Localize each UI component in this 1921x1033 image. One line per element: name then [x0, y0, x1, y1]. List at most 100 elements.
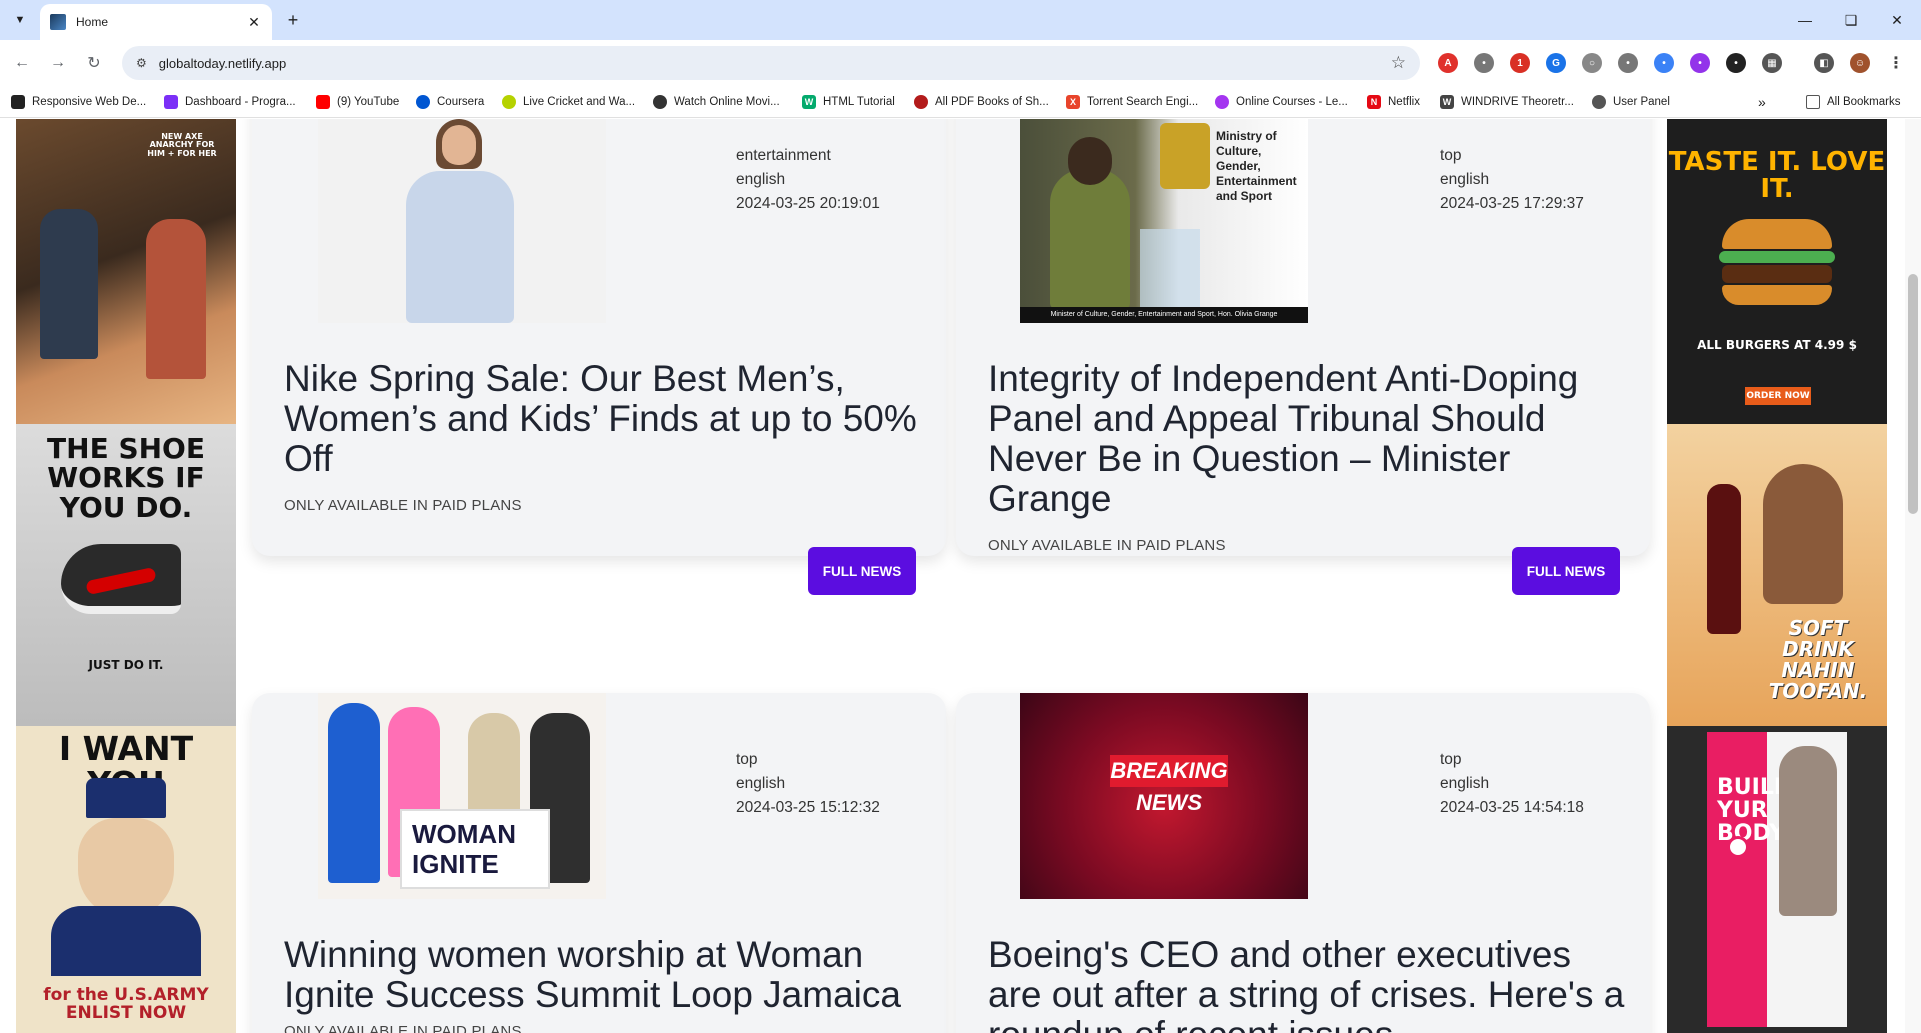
- news-date: 2024-03-25 20:19:01: [736, 195, 880, 212]
- cricket-ball-icon: [502, 95, 516, 109]
- full-news-button[interactable]: FULL NEWS: [808, 547, 916, 595]
- news-image[interactable]: [318, 119, 606, 323]
- ad-uncle-sam[interactable]: I WANT YOU for the U.S.ARMY ENLIST NOW: [16, 726, 236, 1033]
- bookmark-item[interactable]: W HTML Tutorial: [802, 93, 895, 111]
- coat-of-arms-icon: [1160, 123, 1210, 189]
- woman-figure: [328, 703, 380, 883]
- extensions-puzzle-icon[interactable]: ▦: [1762, 53, 1782, 73]
- extension-icon[interactable]: •: [1654, 53, 1674, 73]
- site-info-icon[interactable]: ⚙: [136, 56, 147, 70]
- ad-fitness[interactable]: BUILD YUR BODY: [1667, 726, 1887, 1033]
- forward-arrow-icon[interactable]: →: [46, 51, 70, 75]
- bookmark-label: (9) YouTube: [337, 96, 400, 108]
- netflix-icon: N: [1367, 95, 1381, 109]
- news-image[interactable]: Ministry of Culture, Gender, Entertainme…: [1020, 119, 1308, 323]
- uncle-sam-hat: [86, 778, 166, 818]
- news-language: english: [1440, 775, 1490, 792]
- ad-burger-headline: TASTE IT. LOVE IT.: [1668, 147, 1886, 205]
- ad-fitness-headline: BUILD YUR BODY: [1717, 775, 1793, 847]
- news-card: WOMAN IGNITE top english 2024-03-25 15:1…: [252, 693, 946, 1033]
- extension-badge-icon[interactable]: 1: [1510, 53, 1530, 73]
- bookmark-item[interactable]: All PDF Books of Sh...: [914, 93, 1049, 111]
- chevron-down-icon[interactable]: ▼: [8, 8, 32, 32]
- bookmark-item[interactable]: User Panel: [1592, 93, 1670, 111]
- window-close-icon[interactable]: ✕: [1874, 0, 1920, 40]
- bookmark-item[interactable]: Live Cricket and Wa...: [502, 93, 635, 111]
- bookmark-item[interactable]: W WINDRIVE Theoretr...: [1440, 93, 1574, 111]
- extension-icon[interactable]: •: [1726, 53, 1746, 73]
- news-category: top: [736, 751, 758, 768]
- ad-axe-banner[interactable]: NEW AXE ANARCHY FOR HIM + FOR HER: [16, 119, 236, 424]
- url-text[interactable]: globaltoday.netlify.app: [159, 56, 1391, 71]
- bookmark-item[interactable]: X Torrent Search Engi...: [1066, 93, 1198, 111]
- adblock-extension-icon[interactable]: A: [1438, 53, 1458, 73]
- ad-soft-drink[interactable]: SOFT DRINK NAHIN TOOFAN.: [1667, 424, 1887, 726]
- uncle-sam-coat: [51, 906, 201, 976]
- bookmark-item[interactable]: (9) YouTube: [316, 93, 399, 111]
- bookmark-item[interactable]: Responsive Web De...: [11, 93, 146, 111]
- bookmark-item[interactable]: Dashboard - Progra...: [164, 93, 296, 111]
- news-image[interactable]: BREAKING NEWS: [1020, 693, 1308, 899]
- avatar[interactable]: ☺: [1850, 53, 1870, 73]
- browser-toolbar: ← → ↻ ⚙ globaltoday.netlify.app ☆ A • 1 …: [0, 40, 1921, 86]
- page-scrollbar[interactable]: [1905, 119, 1921, 1033]
- extension-icon[interactable]: •: [1618, 53, 1638, 73]
- bookmark-favicon-icon: W: [1440, 95, 1454, 109]
- news-description: ONLY AVAILABLE IN PAID PLANS: [284, 497, 522, 514]
- news-meta: top english 2024-03-25 17:29:37: [1440, 144, 1584, 216]
- ad-order-now-button[interactable]: ORDER NOW: [1745, 387, 1811, 405]
- ministry-banner-text: Ministry of Culture, Gender, Entertainme…: [1216, 129, 1297, 203]
- bookmark-favicon-icon: [653, 95, 667, 109]
- new-tab-plus-icon[interactable]: +: [281, 8, 305, 32]
- back-arrow-icon[interactable]: ←: [10, 51, 34, 75]
- menu-kebab-icon[interactable]: ⋮: [1886, 53, 1906, 73]
- restore-icon[interactable]: ❏: [1828, 0, 1874, 40]
- page-viewport: NEW AXE ANARCHY FOR HIM + FOR HER THE SH…: [0, 119, 1921, 1033]
- news-card: entertainment english 2024-03-25 20:19:0…: [252, 119, 946, 595]
- translate-extension-icon[interactable]: G: [1546, 53, 1566, 73]
- close-icon[interactable]: ✕: [246, 14, 262, 31]
- discount-badge-icon: [1727, 836, 1749, 858]
- all-bookmarks-button[interactable]: All Bookmarks: [1806, 93, 1901, 111]
- globe-icon: [1592, 95, 1606, 109]
- coursera-icon: [416, 95, 430, 109]
- bookmark-label: Responsive Web De...: [32, 96, 147, 108]
- bookmark-item[interactable]: Coursera: [416, 93, 484, 111]
- news-category: entertainment: [736, 147, 831, 164]
- youtube-icon: [316, 95, 330, 109]
- ad-burger[interactable]: TASTE IT. LOVE IT. ALL BURGERS AT 4.99 $…: [1667, 119, 1887, 424]
- ad-nike-tagline: JUST DO IT.: [88, 658, 164, 672]
- star-icon[interactable]: ☆: [1391, 53, 1406, 73]
- more-bookmarks-chevron-icon[interactable]: »: [1758, 93, 1766, 111]
- bookmark-item[interactable]: Online Courses - Le...: [1215, 93, 1348, 111]
- folder-icon: [1806, 95, 1820, 109]
- tab-home[interactable]: Home ✕: [40, 4, 272, 40]
- bookmark-label: WINDRIVE Theoretr...: [1461, 96, 1574, 108]
- minimize-icon[interactable]: —: [1782, 0, 1828, 40]
- news-title[interactable]: Nike Spring Sale: Our Best Men’s, Women’…: [284, 359, 924, 479]
- news-title[interactable]: Integrity of Independent Anti-Doping Pan…: [988, 359, 1628, 519]
- news-image[interactable]: WOMAN IGNITE: [318, 693, 606, 899]
- news-title[interactable]: Boeing's CEO and other executives are ou…: [988, 935, 1628, 1033]
- news-description: ONLY AVAILABLE IN PAID PLANS: [284, 1023, 522, 1033]
- soft-drink-bottle: [1707, 484, 1741, 634]
- side-panel-icon[interactable]: ◧: [1814, 53, 1834, 73]
- bookmark-item[interactable]: Watch Online Movi...: [653, 93, 780, 111]
- bookmark-item[interactable]: N Netflix: [1367, 93, 1420, 111]
- breaking-news-banner: BREAKING NEWS: [1110, 755, 1228, 815]
- news-title[interactable]: Winning women worship at Woman Ignite Su…: [284, 935, 924, 1015]
- globe-extension-icon[interactable]: ○: [1582, 53, 1602, 73]
- site-favicon-icon: [50, 14, 66, 30]
- ad-nike-shoe[interactable]: THE SHOE WORKS IF YOU DO. JUST DO IT.: [16, 424, 236, 726]
- burger-bun-top: [1722, 219, 1832, 249]
- reload-icon[interactable]: ↻: [82, 51, 106, 75]
- ad-soft-drink-text: SOFT DRINK NAHIN TOOFAN.: [1768, 616, 1868, 703]
- extension-icon[interactable]: •: [1690, 53, 1710, 73]
- extension-icon[interactable]: •: [1474, 53, 1494, 73]
- address-bar[interactable]: ⚙ globaltoday.netlify.app ☆: [122, 46, 1420, 80]
- full-news-button[interactable]: FULL NEWS: [1512, 547, 1620, 595]
- news-category: top: [1440, 147, 1462, 164]
- ad-army-tagline: for the U.S.ARMY ENLIST NOW: [43, 985, 209, 1024]
- scrollbar-thumb[interactable]: [1908, 274, 1918, 514]
- bookmark-label: Netflix: [1388, 96, 1420, 108]
